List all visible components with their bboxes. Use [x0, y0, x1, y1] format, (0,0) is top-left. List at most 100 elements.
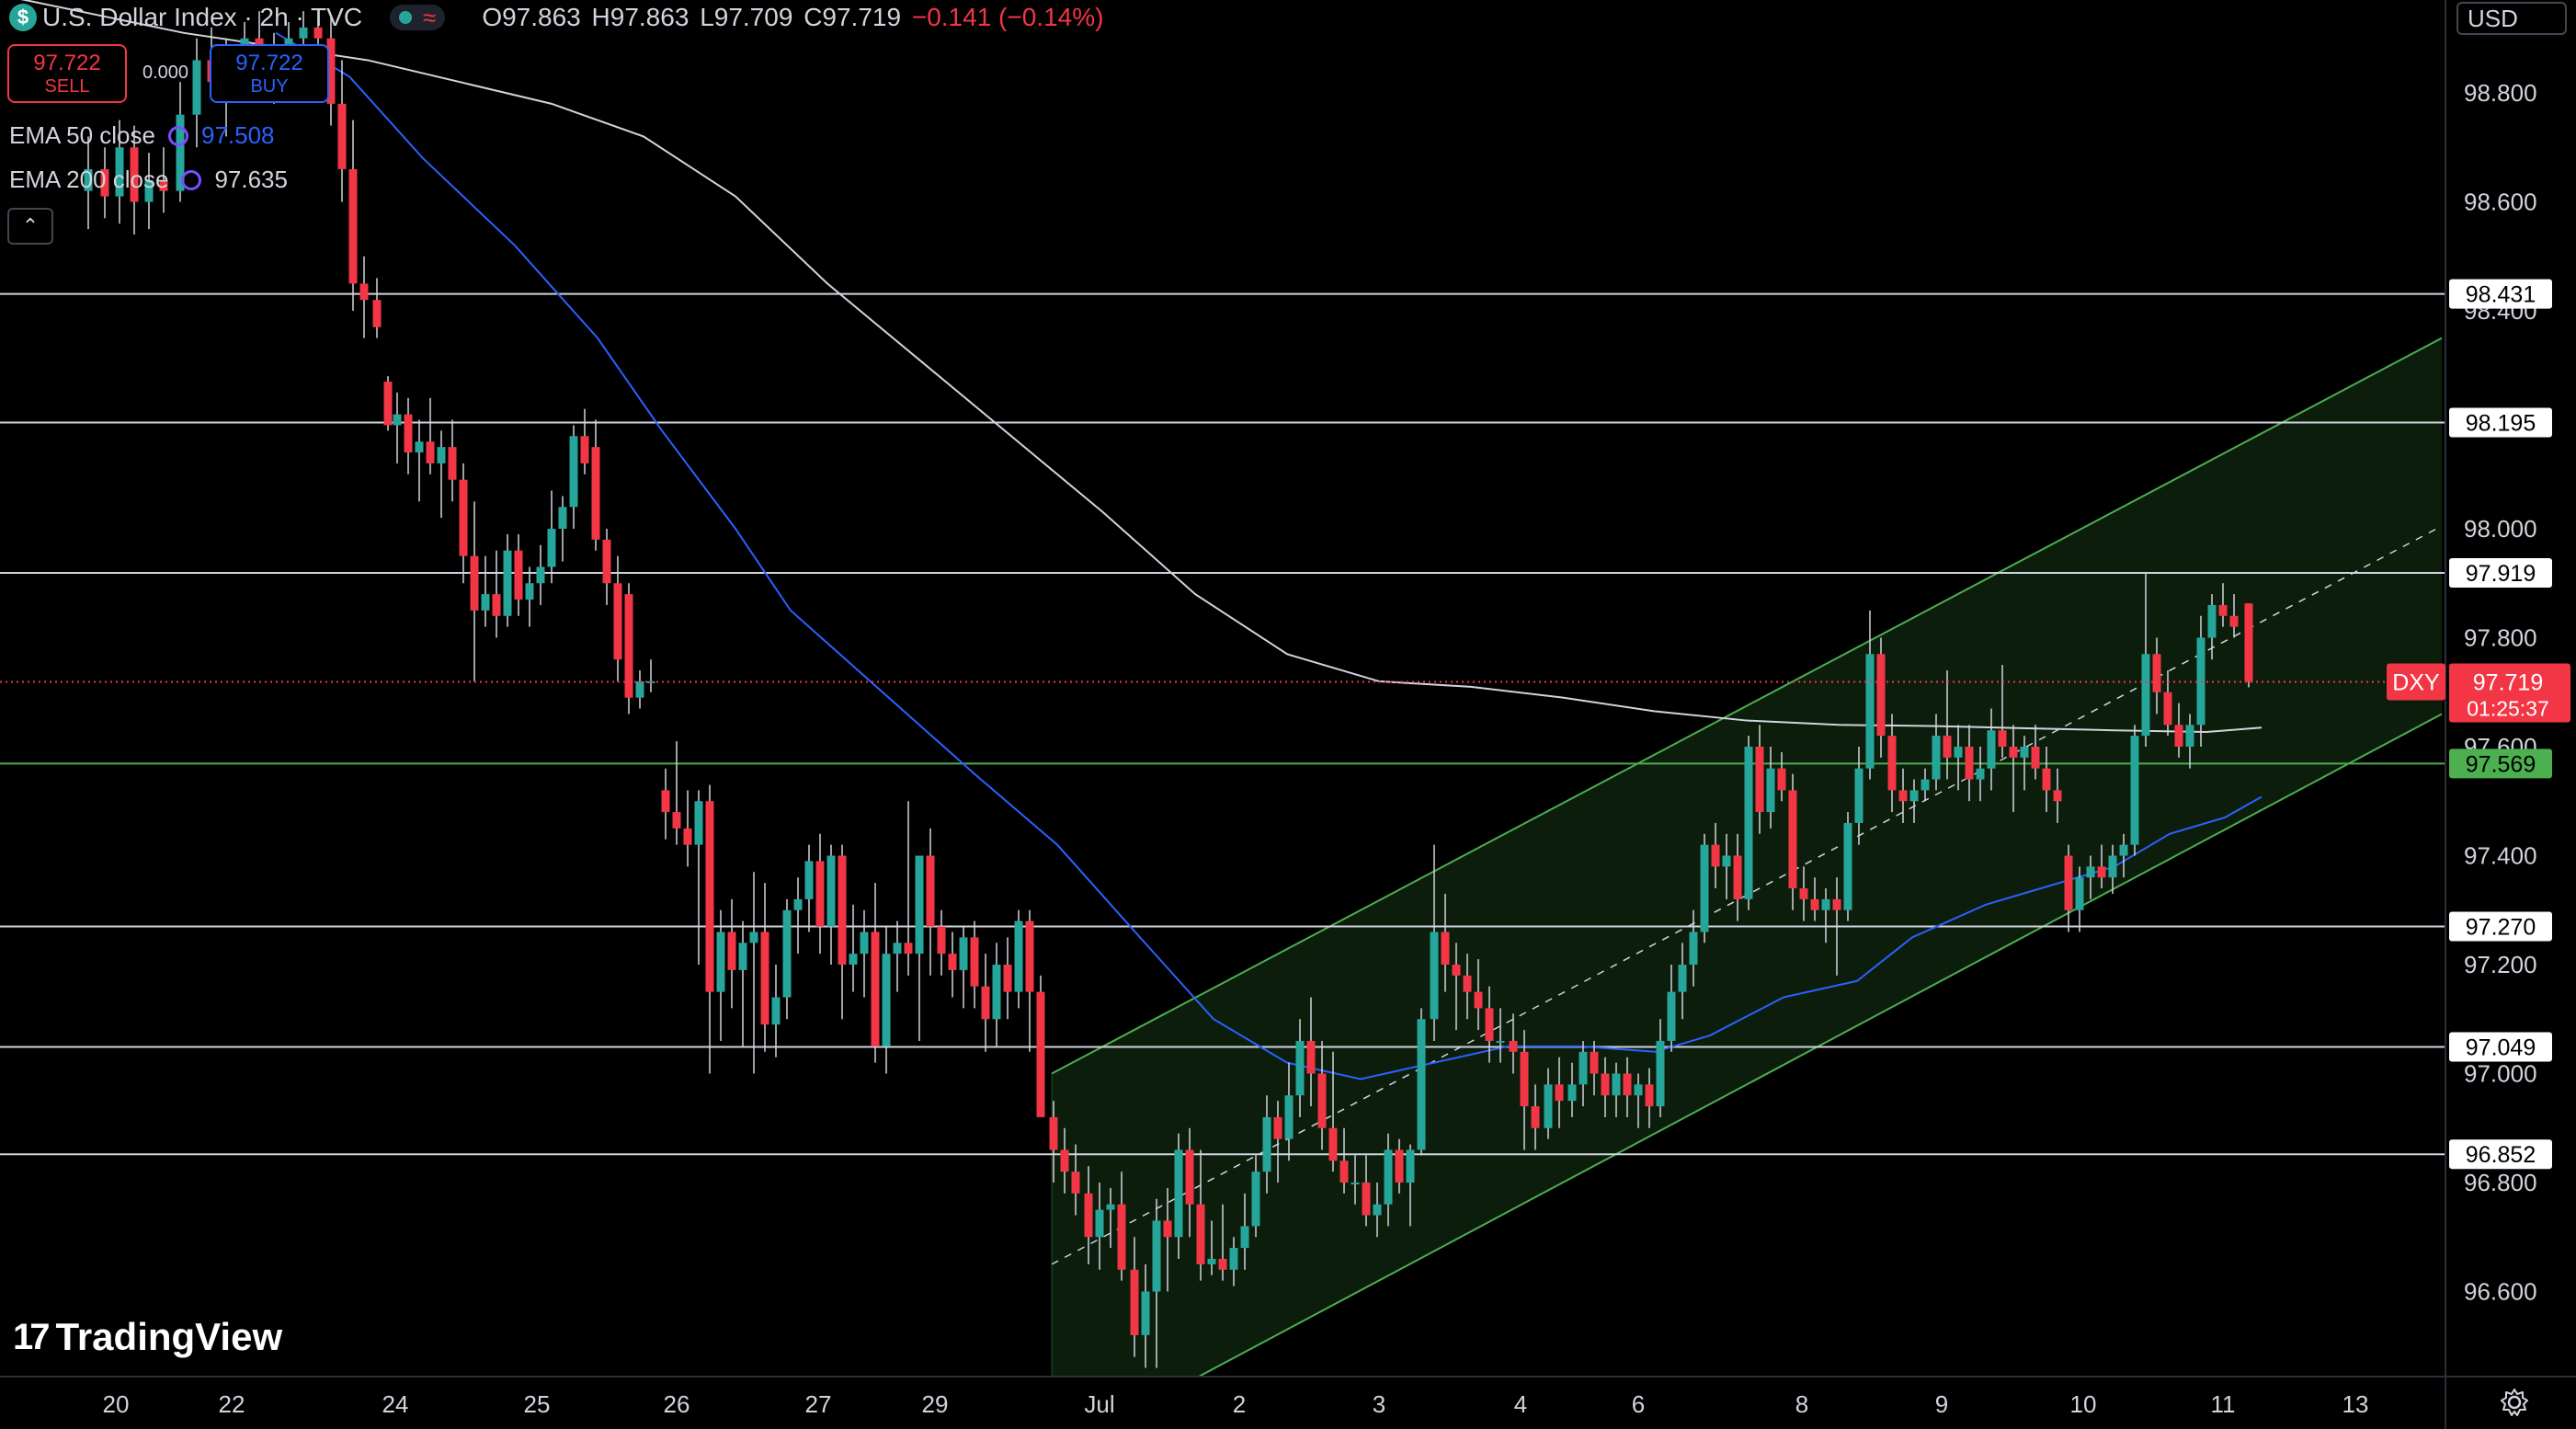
x-tick-label: 10 — [2070, 1390, 2097, 1418]
level-label: 96.852 — [2449, 1139, 2552, 1170]
candle-body — [871, 932, 880, 1046]
candle-body — [2009, 747, 2018, 758]
indicator-value: 97.508 — [200, 121, 275, 149]
candle-body — [2207, 604, 2217, 638]
indicator-ema50[interactable]: EMA 50 close 97.508 — [9, 121, 275, 150]
candle-body — [1395, 1149, 1404, 1183]
level-label-text: 97.049 — [2466, 1035, 2536, 1060]
candle-body — [1306, 1040, 1316, 1074]
last-price-text: 97.719 — [2473, 669, 2543, 695]
candle-body — [1014, 920, 1023, 992]
x-tick-label: 27 — [805, 1390, 832, 1418]
candle-body — [2218, 604, 2228, 616]
candle-body — [1788, 790, 1797, 889]
market-status-pill[interactable]: ≈ — [390, 3, 446, 31]
x-tick-label: Jul — [1084, 1390, 1114, 1418]
candle — [1417, 1008, 1426, 1156]
level-label: 97.569 — [2449, 749, 2552, 779]
tradingview-icon: 17 — [13, 1316, 50, 1357]
candle-body — [1711, 844, 1720, 867]
candle-body — [970, 937, 979, 987]
candle-body — [2244, 603, 2253, 682]
buy-button[interactable]: 97.722 BUY — [210, 44, 329, 103]
candle-body — [1865, 654, 1875, 769]
ohlc-values: O97.863 H97.863 L97.709 C97.719 −0.141 (… — [482, 3, 1107, 32]
collapse-indicators-button[interactable]: ⌃ — [7, 208, 53, 245]
candle-body — [2031, 747, 2040, 769]
settings-icon[interactable] — [167, 125, 188, 146]
open-value: O97.863 — [482, 3, 581, 31]
candle-body — [1810, 898, 1819, 910]
indicator-label: EMA 200 close — [9, 166, 169, 193]
y-tick-label: 97.000 — [2464, 1060, 2537, 1088]
candle-body — [683, 828, 692, 845]
candle-body — [2042, 768, 2051, 791]
candle-body — [635, 680, 644, 698]
level-label: 97.919 — [2449, 557, 2552, 588]
market-open-icon — [399, 11, 413, 24]
approx-icon: ≈ — [423, 3, 437, 31]
candle-body — [1463, 975, 1472, 992]
candle-body — [1909, 790, 1919, 802]
candle — [2244, 603, 2253, 688]
candle-body — [558, 507, 567, 529]
chart-settings-icon[interactable] — [2499, 1387, 2530, 1418]
candle-body — [1777, 768, 1786, 791]
candle-body — [1954, 747, 1963, 758]
candle-body — [1531, 1106, 1540, 1128]
candle-body — [1218, 1258, 1227, 1270]
buy-label: BUY — [250, 75, 289, 97]
candle-body — [1003, 965, 1012, 992]
candle-body — [1036, 991, 1045, 1117]
candle-body — [1832, 898, 1841, 910]
x-tick-label: 4 — [1514, 1390, 1527, 1418]
candle-body — [981, 986, 990, 1020]
candle-body — [192, 60, 201, 115]
price-chart[interactable]: 96.60096.80097.00097.20097.40097.60097.8… — [0, 0, 2576, 1429]
indicator-ema200[interactable]: EMA 200 close 97.635 — [9, 166, 288, 194]
candle-body — [1339, 1160, 1349, 1183]
candle — [383, 376, 393, 431]
candle-body — [738, 943, 747, 970]
x-tick-label: 11 — [2211, 1390, 2236, 1418]
candle-body — [716, 932, 725, 992]
y-tick-label: 98.600 — [2464, 189, 2537, 216]
settings-icon[interactable] — [181, 169, 202, 190]
y-tick-label: 97.800 — [2464, 624, 2537, 652]
candle-body — [727, 932, 736, 970]
candle-body — [591, 447, 600, 540]
candle-body — [672, 812, 681, 829]
candle-body — [1843, 822, 1852, 910]
currency-selector[interactable]: USD — [2456, 2, 2567, 35]
candle-body — [2020, 747, 2029, 758]
countdown-text: 01:25:37 — [2467, 696, 2549, 720]
candle-body — [525, 583, 534, 600]
candle-body — [359, 283, 369, 301]
candle-body — [2185, 725, 2194, 747]
candle-body — [1229, 1248, 1238, 1270]
candle-body — [2086, 866, 2095, 878]
x-tick-label: 25 — [524, 1390, 551, 1418]
candle-body — [2053, 790, 2062, 802]
candle-body — [1406, 1149, 1415, 1183]
y-tick-label: 98.000 — [2464, 515, 2537, 543]
candle-body — [1689, 932, 1698, 965]
candle-body — [1262, 1116, 1271, 1172]
candle-body — [1876, 654, 1886, 737]
indicator-label: EMA 50 close — [9, 121, 155, 149]
candle-body — [1733, 855, 1742, 899]
candle-body — [1921, 779, 1930, 791]
candle-body — [1273, 1116, 1282, 1139]
sell-button[interactable]: 97.722 SELL — [7, 44, 127, 103]
candle-body — [1060, 1149, 1069, 1172]
level-label-text: 97.569 — [2466, 751, 2536, 777]
candle-body — [1755, 747, 1764, 813]
candle-body — [1474, 991, 1483, 1009]
candle-body — [1887, 736, 1897, 791]
symbol-title[interactable]: U.S. Dollar Index · 2h · TVC — [42, 3, 362, 32]
candle-body — [547, 529, 556, 567]
symbol-tag-text: DXY — [2392, 669, 2440, 695]
candle-body — [2064, 855, 2073, 910]
candle-body — [1071, 1172, 1080, 1194]
candle-body — [1152, 1220, 1161, 1292]
